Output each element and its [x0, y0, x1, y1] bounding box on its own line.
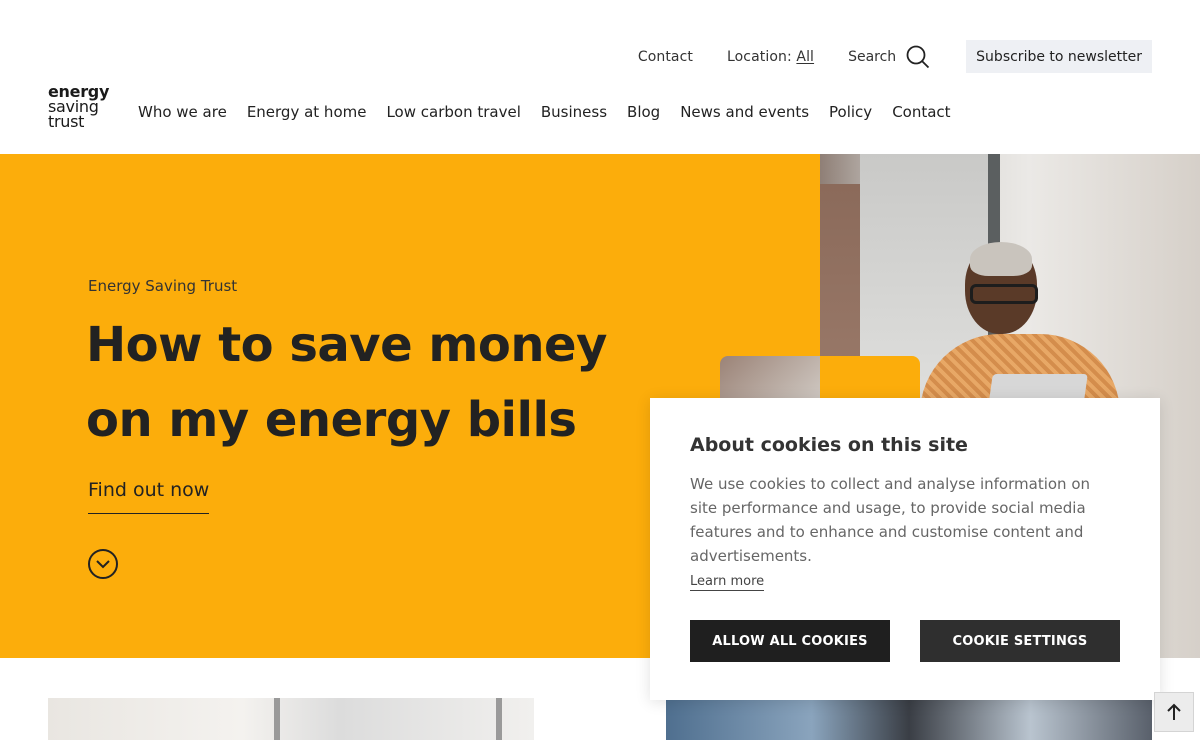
nav-item-news-and-events[interactable]: News and events [680, 103, 809, 121]
scroll-down-button[interactable] [88, 549, 118, 579]
nav-item-low-carbon-travel[interactable]: Low carbon travel [386, 103, 520, 121]
cookie-banner: About cookies on this site We use cookie… [650, 398, 1160, 700]
chevron-down-icon [96, 560, 110, 569]
cookie-title: About cookies on this site [690, 434, 968, 456]
hero-title-line-2: on my energy bills [86, 392, 577, 448]
nav-item-contact[interactable]: Contact [892, 103, 950, 121]
nav-item-who-we-are[interactable]: Who we are [138, 103, 227, 121]
nav-item-blog[interactable]: Blog [627, 103, 660, 121]
arrow-up-icon [1167, 703, 1181, 720]
nav-item-policy[interactable]: Policy [829, 103, 872, 121]
logo-line-3: trust [48, 112, 85, 131]
content-card-image-2[interactable] [666, 698, 1152, 740]
learn-more-link[interactable]: Learn more [690, 574, 765, 591]
content-card-image-1[interactable] [48, 698, 534, 740]
subscribe-newsletter-button[interactable]: Subscribe to newsletter [966, 40, 1152, 73]
nav-item-energy-at-home[interactable]: Energy at home [247, 103, 367, 121]
cookie-actions: ALLOW ALL COOKIES COOKIE SETTINGS [690, 620, 1120, 662]
find-out-now-link[interactable]: Find out now [88, 479, 210, 514]
search-button[interactable]: Search [848, 45, 930, 69]
search-label: Search [848, 48, 897, 65]
photo-person-glasses [970, 284, 1038, 304]
utility-nav: Contact Location: All Search Subscribe t… [604, 40, 1152, 73]
photo-person-hair [970, 242, 1032, 276]
card-image-detail [496, 698, 502, 740]
cookie-settings-button[interactable]: COOKIE SETTINGS [920, 620, 1120, 662]
nav-item-business[interactable]: Business [541, 103, 607, 121]
search-icon [906, 45, 930, 68]
main-nav: Who we are Energy at home Low carbon tra… [138, 103, 971, 121]
logo[interactable]: energy saving trust [48, 84, 112, 131]
location-value[interactable]: All [796, 49, 814, 65]
back-to-top-button[interactable] [1154, 692, 1194, 732]
allow-all-cookies-button[interactable]: ALLOW ALL COOKIES [690, 620, 890, 662]
cookie-description: We use cookies to collect and analyse in… [690, 475, 1091, 565]
location-selector[interactable]: Location: All [727, 49, 814, 65]
card-image-detail [274, 698, 280, 740]
utility-contact-link[interactable]: Contact [638, 49, 693, 65]
hero-title: How to save money on my energy bills [86, 308, 686, 458]
hero-title-line-1: How to save money [86, 317, 607, 373]
hero-eyebrow: Energy Saving Trust [88, 277, 238, 295]
location-label: Location: [726, 48, 792, 65]
